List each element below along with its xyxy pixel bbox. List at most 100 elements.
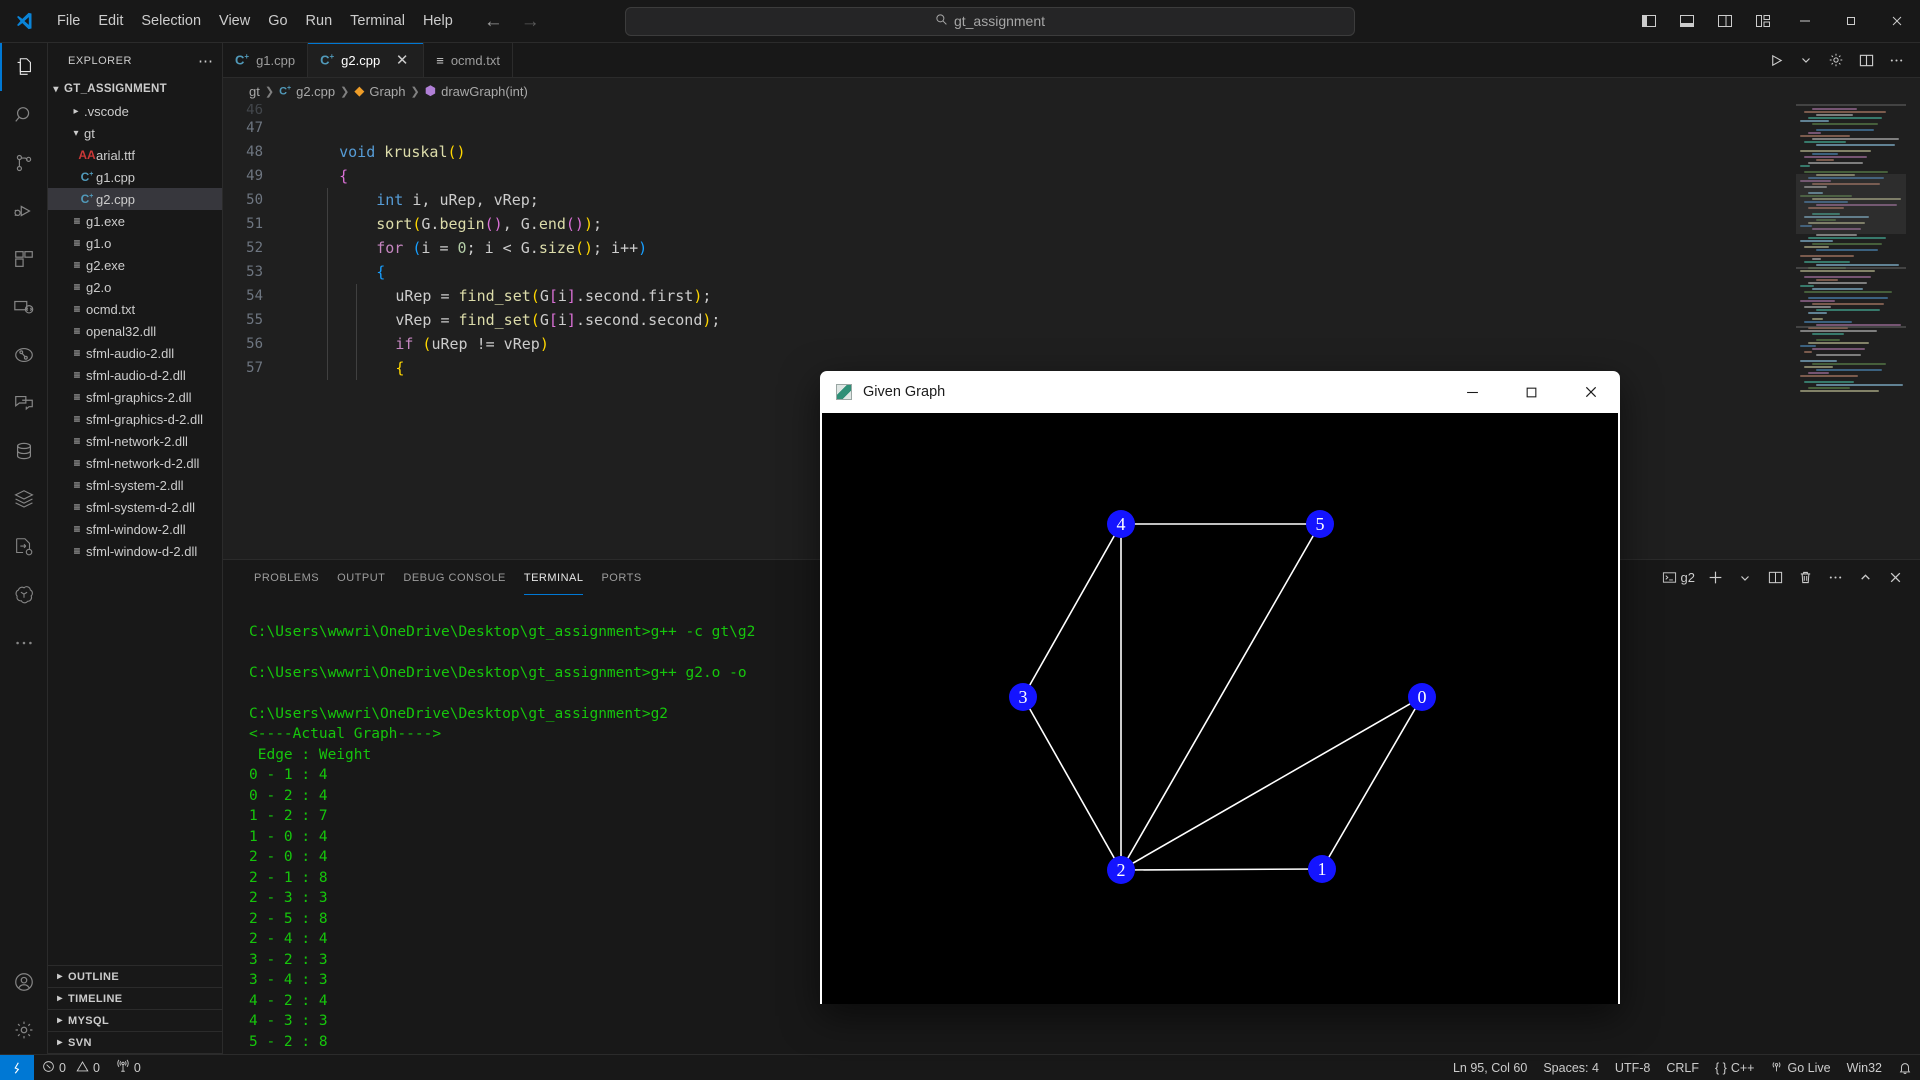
window-maximize-button[interactable] [1828,0,1874,43]
graph-close-button[interactable] [1561,371,1620,413]
tab-ocmd-txt[interactable]: ≡ ocmd.txt [424,43,513,77]
tree-item-sfml-audio-2-dll[interactable]: ≡ sfml-audio-2.dll [48,342,222,364]
menu-help[interactable]: Help [414,8,462,34]
code-line[interactable]: 48 void kruskal() [223,140,1920,164]
sidebar-item-database[interactable] [0,427,48,475]
graph-node-1[interactable]: 1 [1308,855,1336,883]
graph-node-5[interactable]: 5 [1306,510,1334,538]
sidebar-item-extensions[interactable] [0,235,48,283]
tree-item-g1-o[interactable]: ≡ g1.o [48,232,222,254]
tree-item-arial-ttf[interactable]: AA arial.ttf [48,144,222,166]
status-go-live[interactable]: Go Live [1762,1055,1838,1080]
menu-file[interactable]: File [48,8,89,34]
code-line[interactable]: 53 { [223,260,1920,284]
new-terminal-button[interactable] [1702,565,1728,591]
minimap[interactable] [1796,104,1906,559]
code-lines[interactable]: 46 47 48 void kruskal() 49 {50 int i, uRep,… [223,104,1920,380]
tree-item-g2-o[interactable]: ≡ g2.o [48,276,222,298]
tab-g2-cpp[interactable]: C+ g2.cpp ✕ [308,43,425,77]
menu-terminal[interactable]: Terminal [341,8,414,34]
gear-icon[interactable] [0,1006,48,1054]
terminal-selector[interactable]: g2 [1659,565,1698,591]
tree-item-g2-exe[interactable]: ≡ g2.exe [48,254,222,276]
tree-item-sfml-system-d-2-dll[interactable]: ≡ sfml-system-d-2.dll [48,496,222,518]
menu-edit[interactable]: Edit [89,8,132,34]
code-line[interactable]: 47 [223,116,1920,140]
sidebar-item-more[interactable] [0,619,48,667]
section-svn[interactable]: ▸ SVN [48,1032,222,1054]
tree-item-sfml-network-d-2-dll[interactable]: ≡ sfml-network-d-2.dll [48,452,222,474]
run-dropdown-chevron-down-icon[interactable] [1792,46,1820,74]
run-button[interactable] [1762,46,1790,74]
tree-item-g1-cpp[interactable]: C+ g1.cpp [48,166,222,188]
tree-item-sfml-graphics-2-dll[interactable]: ≡ sfml-graphics-2.dll [48,386,222,408]
menu-selection[interactable]: Selection [132,8,210,34]
breadcrumb-item-gt[interactable]: gt [249,84,260,99]
tree-item-g2-cpp[interactable]: C+ g2.cpp [48,188,222,210]
section-outline[interactable]: ▸ OUTLINE [48,966,222,988]
tree-item-gt[interactable]: ▾ gt [48,122,222,144]
tab-debug-console[interactable]: DEBUG CONSOLE [394,560,514,595]
graph-minimize-button[interactable] [1443,371,1502,413]
file-tree[interactable]: ▾ GT_ASSIGNMENT ▸ .vscode ▾ gt AA arial.ttf C+… [48,78,222,965]
minimap-slider[interactable] [1796,174,1906,234]
tab-g1-cpp[interactable]: C+ g1.cpp [223,43,309,77]
tree-item-g1-exe[interactable]: ≡ g1.exe [48,210,222,232]
close-panel-icon[interactable] [1882,565,1908,591]
settings-gear-icon[interactable] [1822,46,1850,74]
tab-problems[interactable]: PROBLEMS [245,560,328,595]
tab-terminal[interactable]: TERMINAL [515,560,593,595]
explorer-more-icon[interactable]: ⋯ [198,52,214,70]
sidebar-item-remote-explorer[interactable] [0,283,48,331]
sidebar-item-explorer[interactable] [0,43,48,91]
sidebar-item-testing[interactable] [0,331,48,379]
status-eol[interactable]: CRLF [1658,1055,1707,1080]
toggle-panel-icon[interactable] [1668,0,1706,43]
code-line[interactable]: 50 int i, uRep, vRep; [223,188,1920,212]
split-terminal-icon[interactable] [1762,565,1788,591]
sidebar-item-layers[interactable] [0,475,48,523]
code-line[interactable]: 55 vRep = find_set(G[i].second.second); [223,308,1920,332]
tab-ports[interactable]: PORTS [592,560,650,595]
status-cursor-position[interactable]: Ln 95, Col 60 [1445,1055,1535,1080]
sidebar-item-chat[interactable] [0,379,48,427]
notifications-bell-icon[interactable] [1890,1055,1920,1080]
graph-node-4[interactable]: 4 [1107,510,1135,538]
menu-run[interactable]: Run [297,8,342,34]
status-encoding[interactable]: UTF-8 [1607,1055,1658,1080]
split-editor-icon[interactable] [1852,46,1880,74]
editor-scrollbar[interactable] [1906,104,1920,559]
status-ports[interactable]: 0 [108,1055,149,1080]
code-line[interactable]: 56 if (uRep != vRep) [223,332,1920,356]
section-timeline[interactable]: ▸ TIMELINE [48,988,222,1010]
graph-node-2[interactable]: 2 [1107,856,1135,884]
window-close-button[interactable] [1874,0,1920,43]
kill-terminal-trash-icon[interactable] [1792,565,1818,591]
tree-item-sfml-audio-d-2-dll[interactable]: ≡ sfml-audio-d-2.dll [48,364,222,386]
sidebar-item-code-runner[interactable] [0,523,48,571]
tree-root-gt-assignment[interactable]: ▾ GT_ASSIGNMENT [48,78,222,100]
sidebar-item-openai[interactable] [0,571,48,619]
graph-maximize-button[interactable] [1502,371,1561,413]
window-minimize-button[interactable] [1782,0,1828,43]
status-errors-warnings[interactable]: 0 0 [34,1055,108,1080]
forward-arrow-icon[interactable]: → [521,12,540,31]
tree-item-openal32-dll[interactable]: ≡ openal32.dll [48,320,222,342]
tree-item-sfml-system-2-dll[interactable]: ≡ sfml-system-2.dll [48,474,222,496]
tree-item-ocmd-txt[interactable]: ≡ ocmd.txt [48,298,222,320]
maximize-panel-chevron-up-icon[interactable] [1852,565,1878,591]
given-graph-window[interactable]: Given Graph 4 5 3 0 2 1 [820,371,1620,1004]
code-line[interactable]: 49 { [223,164,1920,188]
tree-item--vscode[interactable]: ▸ .vscode [48,100,222,122]
menu-view[interactable]: View [210,8,259,34]
graph-canvas[interactable]: 4 5 3 0 2 1 [822,413,1618,1004]
tree-item-sfml-network-2-dll[interactable]: ≡ sfml-network-2.dll [48,430,222,452]
section-mysql[interactable]: ▸ MYSQL [48,1010,222,1032]
accounts-icon[interactable] [0,958,48,1006]
graph-node-3[interactable]: 3 [1009,683,1037,711]
breadcrumb-item-drawgraph[interactable]: ⬢ drawGraph(int) [425,83,528,99]
editor-more-ellipsis-icon[interactable] [1882,46,1910,74]
status-indentation[interactable]: Spaces: 4 [1535,1055,1607,1080]
tab-output[interactable]: OUTPUT [328,560,394,595]
tree-item-sfml-window-2-dll[interactable]: ≡ sfml-window-2.dll [48,518,222,540]
